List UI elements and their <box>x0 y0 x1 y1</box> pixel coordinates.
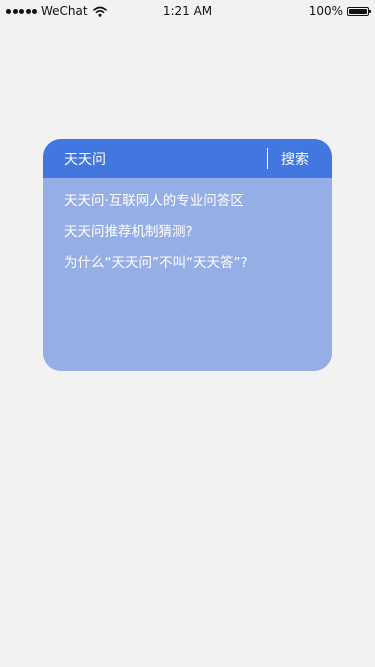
status-right: 100% <box>308 4 371 18</box>
suggestion-item[interactable]: 为什么“天天问”不叫“天天答”? <box>64 252 332 283</box>
suggestion-item[interactable]: 天天问推荐机制猜测? <box>64 221 332 252</box>
status-bar: WeChat 1:21 AM 100% <box>0 0 375 22</box>
card-title: 天天问 <box>64 152 106 168</box>
suggestion-item[interactable]: 天天问·互联网人的专业问答区 <box>64 190 332 221</box>
card-header: 天天问 搜索 <box>43 139 332 178</box>
battery-icon <box>347 6 371 16</box>
search-button[interactable]: 搜索 <box>281 149 309 169</box>
search-card: 天天问 搜索 天天问·互联网人的专业问答区 天天问推荐机制猜测? 为什么“天天问… <box>43 139 332 371</box>
suggestion-list: 天天问·互联网人的专业问答区 天天问推荐机制猜测? 为什么“天天问”不叫“天天答… <box>43 178 332 283</box>
header-divider <box>267 148 268 169</box>
battery-percent: 100% <box>308 4 343 18</box>
